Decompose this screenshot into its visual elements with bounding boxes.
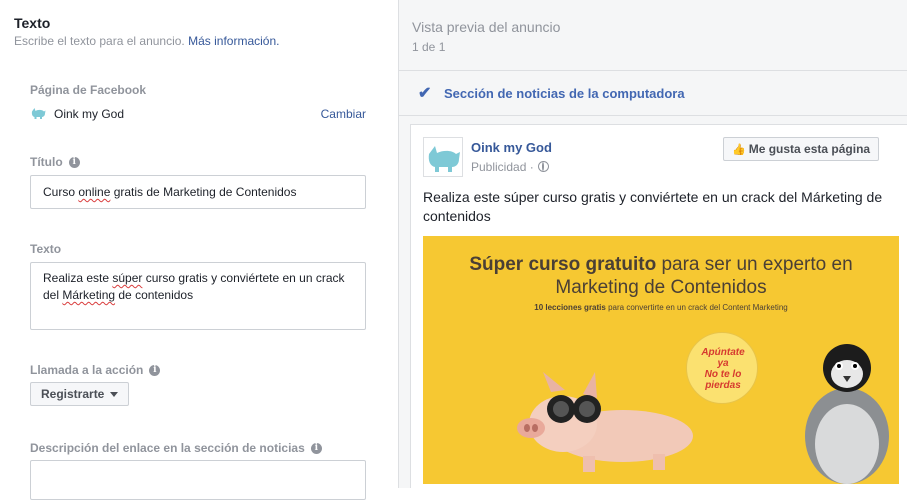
section-subtitle: Escribe el texto para el anuncio. Más in… bbox=[14, 34, 279, 48]
cta-label-text: Llamada a la acción bbox=[30, 363, 144, 377]
text-line-2: del Márketing de contenidos bbox=[43, 287, 353, 304]
chevron-down-icon bbox=[110, 392, 119, 398]
creative-subline: 10 lecciones gratis para convertirte en … bbox=[423, 303, 899, 312]
creative-headline-line2: Marketing de Contenidos bbox=[555, 277, 767, 298]
info-icon[interactable]: i bbox=[310, 443, 322, 455]
info-icon[interactable]: i bbox=[68, 157, 80, 169]
creative-headline-rest: para ser un experto en bbox=[661, 254, 853, 275]
avatar[interactable] bbox=[423, 137, 463, 177]
link-description-input[interactable] bbox=[30, 460, 366, 500]
preview-title: Vista previa del anuncio bbox=[412, 19, 561, 35]
globe-icon bbox=[537, 161, 549, 172]
link-description-label-text: Descripción del enlace en la sección de … bbox=[30, 441, 305, 455]
page-name: Oink my God bbox=[54, 107, 125, 121]
creative-sub-rest: para convertirte en un crack del Content… bbox=[608, 303, 788, 312]
facebook-page-row: Oink my God Cambiar bbox=[30, 105, 366, 123]
section-subtitle-text: Escribe el texto para el anuncio. bbox=[14, 34, 185, 48]
cta-label: Llamada a la acción i bbox=[30, 363, 161, 377]
text-line2-post: de contenidos bbox=[115, 288, 194, 302]
link-description-label: Descripción del enlace en la sección de … bbox=[30, 441, 322, 455]
text-line2-pre: del bbox=[43, 288, 63, 302]
text-textarea[interactable]: Realiza este súper curso gratis y convié… bbox=[30, 262, 366, 330]
title-text-post: gratis de Marketing de Contenidos bbox=[110, 185, 297, 199]
title-text-misspelled: online bbox=[78, 185, 111, 199]
facebook-page-label: Página de Facebook bbox=[30, 83, 147, 97]
like-page-button[interactable]: 👍 Me gusta esta página bbox=[723, 137, 880, 161]
info-icon[interactable]: i bbox=[149, 365, 161, 377]
pig-with-goggles-illustration bbox=[517, 372, 693, 472]
text-line1-misspelled: súper bbox=[112, 271, 143, 285]
title-text-pre: Curso bbox=[43, 185, 79, 199]
penguin-illustration bbox=[805, 344, 889, 484]
ad-text-editor: Texto Escribe el texto para el anuncio. … bbox=[0, 0, 398, 500]
post-body-text: Realiza este súper curso gratis y convié… bbox=[423, 189, 883, 224]
post-page-name[interactable]: Oink my God bbox=[471, 140, 552, 155]
pig-logo-icon bbox=[31, 108, 46, 119]
cta-selected: Registrarte bbox=[41, 387, 105, 401]
creative-headline: Súper curso gratuito para ser un experto… bbox=[423, 254, 899, 276]
placement-selector[interactable]: ✔ Sección de noticias de la computadora bbox=[399, 70, 907, 116]
section-title: Texto bbox=[14, 15, 51, 31]
text-line2-misspelled: Márketing bbox=[62, 288, 116, 302]
title-label: Título i bbox=[30, 155, 80, 169]
more-info-link[interactable]: Más información. bbox=[188, 34, 279, 48]
text-line1-pre: Realiza este bbox=[43, 271, 113, 285]
sponsored-label: Publicidad · bbox=[471, 160, 549, 174]
title-input[interactable]: Curso online gratis de Marketing de Cont… bbox=[30, 175, 366, 209]
title-label-text: Título bbox=[30, 155, 63, 169]
ad-post-card: Oink my God Publicidad · 👍 Me gusta esta … bbox=[410, 124, 907, 488]
change-page-link[interactable]: Cambiar bbox=[321, 107, 366, 121]
checkmark-icon: ✔ bbox=[418, 85, 432, 102]
creative-sub-bold: 10 lecciones gratis bbox=[534, 303, 606, 312]
pig-logo-icon bbox=[428, 146, 460, 172]
bubble-line-1: Apúntate bbox=[701, 347, 745, 358]
text-line1-post: curso gratis y conviértete en un crack bbox=[142, 271, 345, 285]
text-line-1: Realiza este súper curso gratis y convié… bbox=[43, 270, 353, 287]
preview-count: 1 de 1 bbox=[412, 40, 446, 54]
thumbs-up-icon: 👍 bbox=[732, 144, 746, 156]
placement-label: Sección de noticias de la computadora bbox=[444, 86, 685, 101]
cta-dropdown[interactable]: Registrarte bbox=[30, 382, 130, 406]
like-page-label: Me gusta esta página bbox=[748, 142, 871, 156]
ad-creative-image[interactable]: Súper curso gratuito para ser un experto… bbox=[423, 236, 899, 484]
sponsored-text: Publicidad · bbox=[471, 160, 534, 174]
creative-headline-bold: Súper curso gratuito bbox=[469, 254, 657, 275]
ad-preview-panel: Vista previa del anuncio 1 de 1 ✔ Secció… bbox=[398, 0, 907, 488]
text-label: Texto bbox=[30, 242, 62, 256]
